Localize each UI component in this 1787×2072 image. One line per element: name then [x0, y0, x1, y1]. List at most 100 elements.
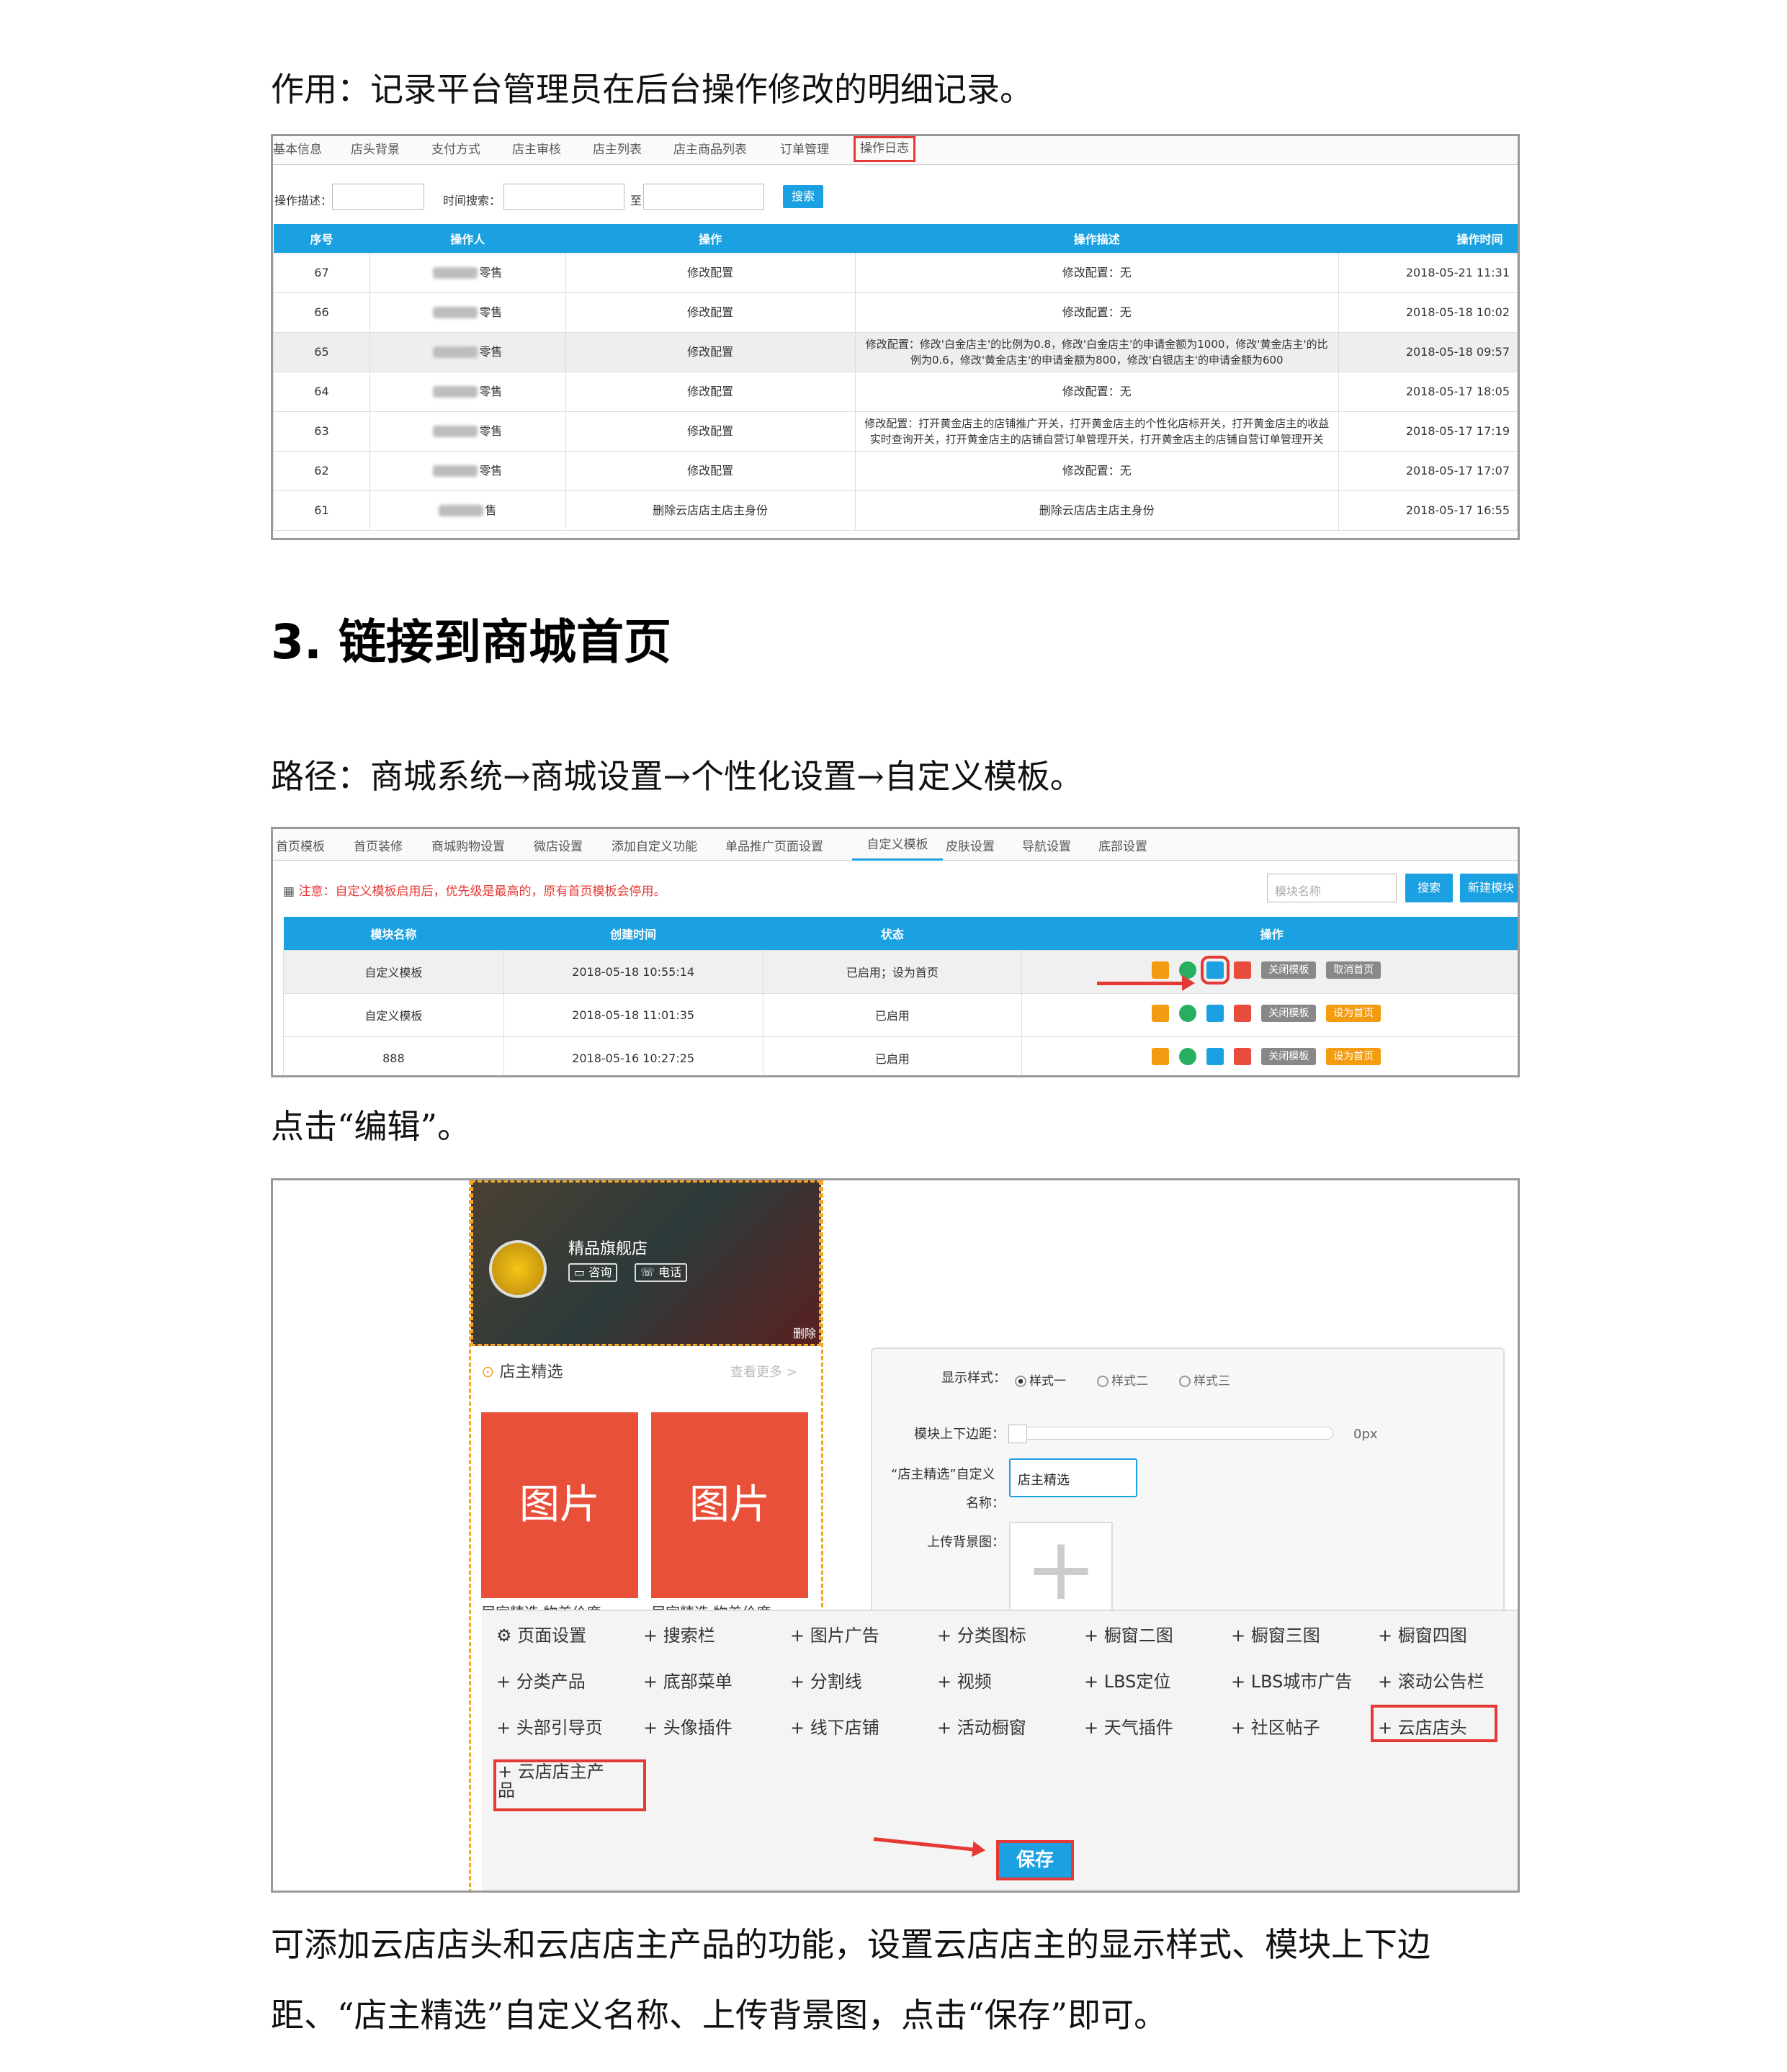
custom-template-screenshot: 首页模板 首页装修 商城购物设置 微店设置 添加自定义功能 单品推广页面设置 自… — [271, 827, 1520, 1077]
product-image-tile: 图片 — [481, 1412, 638, 1598]
phone-button[interactable]: ☏ 电话 — [635, 1263, 688, 1282]
delete-icon[interactable] — [1234, 961, 1252, 979]
tab-payment[interactable]: 支付方式 — [431, 139, 480, 157]
style-option-2[interactable]: 样式二 — [1097, 1371, 1148, 1389]
tab-operation-log[interactable]: 操作日志 — [854, 136, 915, 162]
template-search-button[interactable]: 搜索 — [1405, 874, 1453, 902]
tab-shopping-settings[interactable]: 商城购物设置 — [431, 836, 505, 854]
tab-owner-list[interactable]: 店主列表 — [593, 139, 642, 157]
widget-header-guide[interactable]: + 头部引导页 — [496, 1713, 603, 1739]
widget-bottom-menu[interactable]: + 底部菜单 — [643, 1667, 733, 1692]
view-icon[interactable] — [1179, 1048, 1197, 1065]
tab-single-product-promo[interactable]: 单品推广页面设置 — [725, 836, 823, 854]
row-time: 2018-05-21 11:31 — [1338, 252, 1518, 293]
table-row: 65 零售 修改配置 修改配置：修改'白金店主'的比例为0.8，修改'白金店主'… — [273, 331, 1518, 372]
view-more-link[interactable]: 查看更多 > — [730, 1362, 797, 1381]
shop-banner[interactable]: 精品旗舰店 ▭ 咨询 ☏ 电话 删除 — [471, 1180, 821, 1346]
time-range-separator: 至 — [630, 194, 642, 207]
edit-icon[interactable] — [1206, 1005, 1224, 1022]
close-template-button[interactable]: 关闭模板 — [1261, 961, 1317, 979]
delete-banner-link[interactable]: 删除 — [793, 1324, 816, 1341]
table-row: 888 2018-05-16 10:27:25 已启用 关闭模板 设为首页 — [283, 1036, 1518, 1075]
blurred-name — [433, 386, 478, 398]
widget-search-bar[interactable]: + 搜索栏 — [643, 1621, 715, 1646]
close-template-button[interactable]: 关闭模板 — [1261, 1048, 1317, 1065]
close-template-button[interactable]: 关闭模板 — [1261, 1005, 1317, 1022]
background-upload-box[interactable]: + — [1009, 1522, 1113, 1623]
tab-order-management[interactable]: 订单管理 — [780, 139, 829, 157]
tab-custom-template[interactable]: 自定义模板 — [852, 829, 943, 861]
widget-window-2[interactable]: + 橱窗二图 — [1084, 1621, 1173, 1646]
widget-community-posts[interactable]: + 社区帖子 — [1231, 1713, 1320, 1739]
module-margin-value: 0px — [1353, 1427, 1378, 1442]
widget-window-3[interactable]: + 橱窗三图 — [1231, 1621, 1320, 1646]
widget-activity-window[interactable]: + 活动橱窗 — [937, 1713, 1026, 1739]
widget-lbs-location[interactable]: + LBS定位 — [1084, 1667, 1170, 1692]
tab-shop-background[interactable]: 店头背景 — [351, 139, 400, 157]
blurred-name — [433, 346, 478, 358]
widget-offline-store[interactable]: + 线下店铺 — [790, 1713, 879, 1739]
edit-icon[interactable] — [1206, 1048, 1224, 1065]
tab-footer-settings[interactable]: 底部设置 — [1098, 836, 1147, 854]
set-home-button[interactable]: 设为首页 — [1326, 1048, 1381, 1065]
edit-icon[interactable] — [1201, 956, 1230, 985]
save-button[interactable]: 保存 — [996, 1840, 1074, 1880]
desc-search-label: 操作描述： — [274, 194, 333, 207]
end-time-input[interactable] — [643, 184, 764, 210]
widget-window-4[interactable]: + 橱窗四图 — [1378, 1621, 1467, 1646]
path-text: 路径：商城系统→商城设置→个性化设置→自定义模板。 — [271, 757, 1083, 796]
list-icon[interactable] — [1152, 1005, 1170, 1022]
tab-skin-settings[interactable]: 皮肤设置 — [946, 836, 995, 854]
widget-avatar-plugin[interactable]: + 头像插件 — [643, 1713, 733, 1739]
module-name-input[interactable]: 模块名称 — [1267, 874, 1397, 902]
delete-icon[interactable] — [1234, 1048, 1252, 1065]
cancel-home-button[interactable]: 取消首页 — [1326, 961, 1381, 979]
widget-video[interactable]: + 视频 — [937, 1667, 992, 1692]
plus-icon: + — [1024, 1520, 1098, 1620]
widget-weather-plugin[interactable]: + 天气插件 — [1084, 1713, 1173, 1739]
widget-page-settings[interactable]: ⚙ 页面设置 — [496, 1621, 586, 1646]
widget-lbs-city-ad[interactable]: + LBS城市广告 — [1231, 1667, 1352, 1692]
tab-owner-products[interactable]: 店主商品列表 — [673, 139, 747, 157]
row-id: 61 — [273, 490, 370, 531]
desc-search-input[interactable] — [332, 184, 424, 210]
col-actions: 操作 — [1021, 917, 1518, 950]
custom-name-input[interactable]: 店主精选 — [1009, 1458, 1137, 1497]
tab-basic-info[interactable]: 基本信息 — [273, 139, 322, 157]
col-status: 状态 — [763, 917, 1022, 950]
log-search-button[interactable]: 搜索 — [783, 185, 823, 208]
delete-icon[interactable] — [1234, 1005, 1252, 1022]
list-icon[interactable] — [1152, 961, 1170, 979]
tab-microshop-settings[interactable]: 微店设置 — [534, 836, 583, 854]
phone-icon: ☏ — [640, 1265, 659, 1279]
template-table: 模块名称 创建时间 状态 操作 自定义模板 2018-05-18 10:55:1… — [283, 917, 1518, 1075]
style-option-1[interactable]: 样式一 — [1015, 1371, 1066, 1389]
widget-category-icons[interactable]: + 分类图标 — [937, 1621, 1026, 1646]
row-time: 2018-05-18 09:57 — [1338, 331, 1518, 372]
widget-scroll-notice[interactable]: + 滚动公告栏 — [1378, 1667, 1484, 1692]
chat-icon: ▭ — [574, 1265, 589, 1279]
table-row: 67 零售 修改配置 修改配置：无 2018-05-21 11:31 — [273, 252, 1518, 293]
consult-button[interactable]: ▭ 咨询 — [568, 1263, 618, 1282]
widget-divider[interactable]: + 分割线 — [790, 1667, 862, 1692]
tab-owner-review[interactable]: 店主审核 — [512, 139, 561, 157]
row-user-text: 零售 — [479, 463, 503, 477]
style-option-3[interactable]: 样式三 — [1179, 1371, 1230, 1389]
widget-category-products[interactable]: + 分类产品 — [496, 1667, 586, 1692]
tab-add-custom-function[interactable]: 添加自定义功能 — [612, 836, 697, 854]
tab-home-template[interactable]: 首页模板 — [276, 836, 325, 854]
view-icon[interactable] — [1179, 1005, 1197, 1022]
new-module-button[interactable]: 新建模块 — [1460, 874, 1518, 902]
row-description: 修改配置：打开黄金店主的店铺推广开关，打开黄金店主的个性化店标开关，打开黄金店主… — [854, 411, 1340, 452]
set-home-button[interactable]: 设为首页 — [1326, 1005, 1381, 1022]
slider-handle[interactable] — [1008, 1425, 1027, 1443]
row-actions: 关闭模板 取消首页 — [1021, 949, 1518, 994]
list-icon[interactable] — [1152, 1048, 1170, 1065]
module-margin-slider[interactable] — [1008, 1425, 1333, 1443]
tab-nav-settings[interactable]: 导航设置 — [1022, 836, 1071, 854]
start-time-input[interactable] — [503, 184, 624, 210]
highlight-box — [1371, 1705, 1497, 1742]
widget-image-ad[interactable]: + 图片广告 — [790, 1621, 879, 1646]
tab-home-decoration[interactable]: 首页装修 — [354, 836, 403, 854]
log-tab-bar: 基本信息 店头背景 支付方式 店主审核 店主列表 店主商品列表 订单管理 操作日… — [273, 136, 1518, 165]
